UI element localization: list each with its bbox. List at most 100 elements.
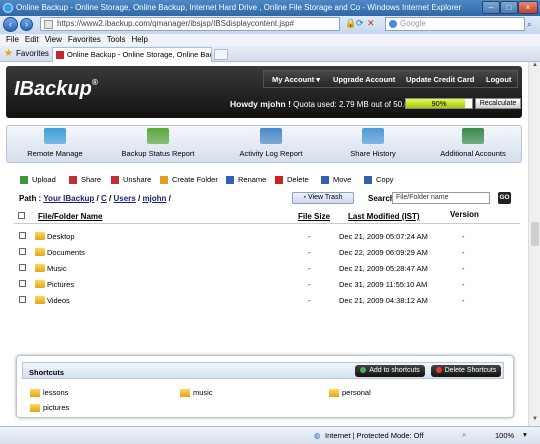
table-row[interactable]: Desktop - Dec 21, 2009 05:07:24 AM - [14, 228, 520, 244]
row-checkbox[interactable] [19, 232, 26, 239]
recalculate-button[interactable]: Recalculate [475, 98, 521, 109]
shortcut-label: music [193, 388, 213, 397]
scroll-up-icon[interactable]: ▲ [530, 62, 540, 72]
activity-log-report-button[interactable]: Activity Log Report [233, 128, 309, 158]
stop-icon[interactable]: ✕ [367, 18, 375, 29]
rename-button[interactable]: Rename [226, 175, 266, 185]
copy-button[interactable]: Copy [364, 175, 394, 185]
file-name[interactable]: Documents [47, 248, 85, 257]
menu-view[interactable]: View [45, 34, 62, 46]
forward-button[interactable]: › [20, 18, 33, 31]
file-name[interactable]: Pictures [47, 280, 74, 289]
breadcrumb-separator: / [168, 194, 171, 203]
back-button[interactable]: ‹ [3, 17, 18, 32]
folder-icon [30, 404, 40, 413]
row-checkbox[interactable] [19, 264, 26, 271]
lock-icon[interactable]: 🔒 [345, 18, 356, 29]
file-name[interactable]: Videos [47, 296, 70, 305]
delete-shortcuts-button[interactable]: Delete Shortcuts [431, 365, 501, 377]
zoom-dropdown-icon[interactable]: ▾ [523, 430, 527, 439]
favorites-button[interactable]: ★ Favorites [4, 48, 49, 60]
zoom-icon[interactable]: ⌕ [462, 430, 466, 440]
go-button[interactable]: GO [498, 192, 511, 204]
shortcut-item[interactable]: personal [329, 388, 371, 398]
ibackup-logo[interactable]: IBackup® [14, 78, 98, 101]
delete-button[interactable]: Delete [275, 175, 309, 185]
breadcrumb-your-ibackup[interactable]: Your IBackup [43, 194, 94, 203]
select-all-checkbox[interactable] [18, 212, 25, 219]
new-tab-button[interactable] [214, 49, 228, 60]
minimize-button[interactable]: – [482, 1, 500, 14]
column-name-header[interactable]: File/Folder Name [38, 212, 102, 221]
maximize-button[interactable]: □ [500, 1, 518, 14]
vertical-scrollbar[interactable]: ▲ ▼ [528, 62, 540, 426]
menu-help[interactable]: Help [131, 34, 147, 46]
table-row[interactable]: Documents - Dec 22, 2009 06:09:29 AM - [14, 244, 520, 260]
upgrade-account-link[interactable]: Upgrade Account [333, 75, 395, 84]
logo-registered-mark: ® [91, 78, 98, 87]
logo-text: IBackup [14, 78, 92, 100]
shortcut-label: pictures [43, 403, 70, 412]
address-tools[interactable]: 🔒 ⟳ ✕ [345, 18, 377, 31]
my-account-link[interactable]: My Account ▾ [272, 75, 320, 84]
table-row[interactable]: Pictures - Dec 31, 2009 11:55:10 AM - [14, 276, 520, 292]
breadcrumb-users[interactable]: Users [113, 194, 135, 203]
add-to-shortcuts-button[interactable]: Add to shortcuts [355, 365, 425, 377]
view-trash-button[interactable]: ▪ View Trash [292, 192, 354, 204]
search-go-icon[interactable]: ⌕ [527, 19, 532, 30]
file-modified: Dec 21, 2009 04:38:12 AM [339, 296, 428, 305]
greeting: Howdy mjohn ! Quota used: 2.79 MB out of… [230, 99, 423, 109]
breadcrumb-mjohn[interactable]: mjohn [142, 194, 166, 203]
share-button[interactable]: Share [69, 175, 101, 185]
browser-tab[interactable]: Online Backup - Online Storage, Online B… [52, 47, 212, 62]
row-checkbox[interactable] [19, 248, 26, 255]
shortcut-item[interactable]: lessons [30, 388, 68, 398]
menu-file[interactable]: File [6, 34, 19, 46]
unshare-button[interactable]: Unshare [111, 175, 151, 185]
view-trash-label: View Trash [307, 194, 343, 201]
upload-icon [20, 176, 28, 185]
upload-button[interactable]: Upload [20, 175, 56, 185]
column-size-header[interactable]: File Size [298, 212, 330, 221]
shortcut-item[interactable]: music [180, 388, 213, 398]
menu-tools[interactable]: Tools [107, 34, 126, 46]
file-name[interactable]: Music [47, 264, 67, 273]
backup-status-report-button[interactable]: Backup Status Report [115, 128, 201, 158]
share-history-button[interactable]: Share History [345, 128, 401, 158]
address-bar[interactable]: https://www2.ibackup.com/qmanager/ibsjsp… [40, 17, 340, 31]
activity-icon [260, 128, 282, 144]
share-folder-icon [362, 128, 384, 144]
shortcut-item[interactable]: pictures [30, 403, 69, 413]
menu-edit[interactable]: Edit [25, 34, 39, 46]
table-row[interactable]: Music - Dec 21, 2009 05:28:47 AM - [14, 260, 520, 276]
zoom-level[interactable]: 100% [495, 431, 514, 440]
file-size: - [308, 248, 311, 257]
browser-search-input[interactable]: Google [385, 17, 525, 31]
file-search-input[interactable]: File/Folder name [392, 192, 490, 204]
remote-manage-button[interactable]: Remote Manage [17, 128, 93, 158]
column-modified-header[interactable]: Last Modified (IST) [348, 212, 420, 221]
scroll-thumb[interactable] [531, 222, 539, 246]
tab-title: Online Backup - Online Storage, Online B… [67, 50, 211, 59]
table-row[interactable]: Videos - Dec 21, 2009 04:38:12 AM - [14, 292, 520, 308]
logout-link[interactable]: Logout [486, 75, 511, 84]
menu-favorites[interactable]: Favorites [68, 34, 101, 46]
row-checkbox[interactable] [19, 280, 26, 287]
delete-shortcuts-label: Delete Shortcuts [444, 367, 497, 374]
close-button[interactable]: × [518, 1, 538, 14]
file-version: - [462, 296, 465, 305]
breadcrumb-c[interactable]: C [101, 194, 107, 203]
folder-icon [30, 389, 40, 398]
row-checkbox[interactable] [19, 296, 26, 303]
additional-accounts-button[interactable]: Additional Accounts [435, 128, 511, 158]
file-modified: Dec 31, 2009 11:55:10 AM [339, 280, 428, 289]
create-folder-button[interactable]: Create Folder [160, 175, 218, 185]
move-button[interactable]: Move [321, 175, 351, 185]
file-name[interactable]: Desktop [47, 232, 75, 241]
delete-shortcut-icon [435, 367, 442, 374]
remote-manage-label: Remote Manage [27, 149, 83, 158]
delete-label: Delete [287, 175, 309, 184]
refresh-icon[interactable]: ⟳ [356, 18, 364, 29]
update-credit-card-link[interactable]: Update Credit Card [406, 75, 474, 84]
scroll-down-icon[interactable]: ▼ [530, 416, 540, 426]
